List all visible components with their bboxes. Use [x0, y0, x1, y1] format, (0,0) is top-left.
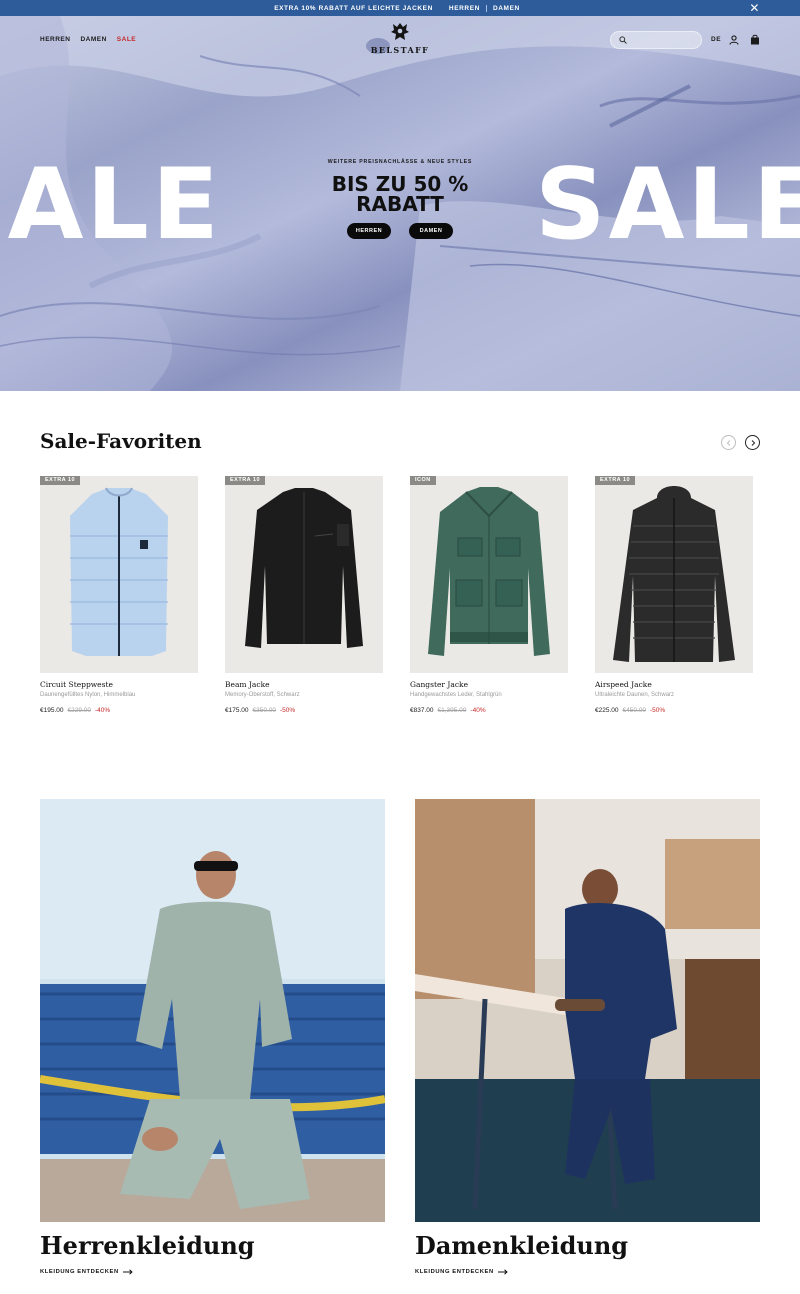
women-lifestyle-photo	[415, 799, 760, 1222]
search-field[interactable]	[610, 31, 702, 49]
arrow-right-icon	[122, 1269, 133, 1275]
product-prices: €837.00 €1,395.00 -40%	[410, 707, 568, 714]
men-lifestyle-photo	[40, 799, 385, 1222]
product-name[interactable]: Beam Jacke	[225, 680, 383, 689]
product-original-price: €1,395.00	[437, 707, 467, 714]
brand-name: BELSTAFF	[370, 45, 430, 55]
hero-content: WEITERE PREISNACHLÄSSE & NEUE STYLES BIS…	[300, 159, 500, 239]
product-name[interactable]: Circuit Steppweste	[40, 680, 198, 689]
hero-buttons: HERREN DAMEN	[300, 223, 500, 239]
product-prices: €225.00 €450.00 -50%	[595, 707, 753, 714]
product-image-puffer-vest	[70, 487, 168, 656]
carousel-prev-button[interactable]	[721, 435, 736, 450]
hero-sale-text-left: SALE	[0, 148, 222, 262]
product-price: €195.00	[40, 707, 64, 714]
product-discount: -50%	[650, 707, 666, 714]
product-price: €837.00	[410, 707, 434, 714]
women-category-image[interactable]	[415, 799, 760, 1222]
product-badge: EXTRA 10	[595, 476, 636, 485]
hero-women-button[interactable]: DAMEN	[409, 223, 453, 239]
promo-bar: EXTRA 10% RABATT AUF LEICHTE JACKEN HERR…	[0, 0, 800, 16]
chevron-left-icon	[726, 439, 730, 446]
nav-item-men[interactable]: HERREN	[40, 36, 70, 43]
chevron-right-icon	[751, 439, 755, 446]
product-image-black-puffer-jacket	[613, 486, 735, 662]
hero-sale-text-right: SALE	[535, 148, 800, 262]
women-discover-label: KLEIDUNG ENTDECKEN	[415, 1269, 494, 1275]
promo-link-men[interactable]: HERREN	[449, 5, 480, 12]
hero-kicker: WEITERE PREISNACHLÄSSE & NEUE STYLES	[327, 159, 473, 165]
product-card[interactable]: ICON Gangster Jacke Handgewachstes Leder…	[410, 476, 568, 714]
promo-divider	[485, 4, 487, 12]
promo-link-women[interactable]: DAMEN	[493, 5, 520, 12]
men-discover-label: KLEIDUNG ENTDECKEN	[40, 1269, 119, 1275]
shopping-bag-icon[interactable]	[750, 34, 760, 45]
product-price: €225.00	[595, 707, 619, 714]
brand-logo[interactable]: BELSTAFF	[365, 21, 435, 55]
product-image[interactable]: EXTRA 10	[595, 476, 753, 673]
product-original-price: €229.00	[67, 707, 92, 714]
account-icon[interactable]	[729, 35, 739, 45]
hero-banner: SALE SALE WEITERE PREISNACHLÄSSE & NEUE …	[0, 16, 800, 391]
header-nav: HERREN DAMEN SALE BELSTAFF DE	[0, 16, 800, 66]
product-name[interactable]: Airspeed Jacke	[595, 680, 753, 689]
women-discover-link[interactable]: KLEIDUNG ENTDECKEN	[415, 1269, 508, 1275]
product-discount: -40%	[470, 707, 486, 714]
product-description: Daunengefülltes Nylon, Himmelblau	[40, 692, 136, 698]
hero-title: BIS ZU 50 % RABATT	[300, 174, 500, 214]
product-badge: ICON	[410, 476, 436, 485]
men-category-image[interactable]	[40, 799, 385, 1222]
product-card[interactable]: EXTRA 10 Airspeed Jacke Ultraleichte Dau…	[595, 476, 753, 714]
hero-men-button[interactable]: HERREN	[347, 223, 391, 239]
product-image-black-jacket	[245, 488, 363, 648]
phoenix-logo-icon	[391, 23, 409, 40]
product-discount: -40%	[95, 707, 111, 714]
promo-text: EXTRA 10% RABATT AUF LEICHTE JACKEN	[274, 4, 433, 12]
nav-item-sale[interactable]: SALE	[117, 36, 136, 43]
hero-title-line-1: BIS ZU 50 %	[331, 172, 469, 196]
product-image[interactable]: EXTRA 10	[40, 476, 198, 673]
nav-item-women[interactable]: DAMEN	[80, 36, 106, 43]
women-category-title[interactable]: Damenkleidung	[415, 1231, 628, 1260]
hero-title-line-2: RABATT	[356, 192, 444, 216]
product-description: Memory-Oberstoff, Schwarz	[225, 692, 300, 698]
product-description: Ultraleichte Daunen, Schwarz	[595, 692, 675, 698]
section-title-sale-favorites: Sale-Favoriten	[40, 429, 202, 453]
product-prices: €195.00 €229.00 -40%	[40, 707, 198, 714]
product-prices: €175.00 €350.00 -50%	[225, 707, 383, 714]
main-menu: HERREN DAMEN SALE	[40, 36, 136, 43]
product-card[interactable]: EXTRA 10 Circuit Steppweste Daunengefüll…	[40, 476, 198, 714]
search-icon	[619, 36, 627, 44]
men-discover-link[interactable]: KLEIDUNG ENTDECKEN	[40, 1269, 133, 1275]
product-badge: EXTRA 10	[40, 476, 81, 485]
product-image[interactable]: ICON	[410, 476, 568, 673]
arrow-right-icon	[497, 1269, 508, 1275]
product-image[interactable]: EXTRA 10	[225, 476, 383, 673]
product-image-green-leather-jacket	[428, 487, 550, 656]
product-description: Handgewachstes Leder, Stahlgrün	[410, 692, 502, 698]
close-icon[interactable]: ✕	[749, 1, 760, 15]
language-selector[interactable]: DE	[711, 36, 721, 43]
product-original-price: €350.00	[252, 707, 277, 714]
product-price: €175.00	[225, 707, 249, 714]
product-badge: EXTRA 10	[225, 476, 266, 485]
product-name[interactable]: Gangster Jacke	[410, 680, 568, 689]
product-discount: -50%	[280, 707, 296, 714]
carousel-next-button[interactable]	[745, 435, 760, 450]
men-category-title[interactable]: Herrenkleidung	[40, 1231, 255, 1260]
product-original-price: €450.00	[622, 707, 647, 714]
search-input[interactable]	[631, 36, 701, 44]
product-card[interactable]: EXTRA 10 Beam Jacke Memory-Oberstoff, Sc…	[225, 476, 383, 714]
